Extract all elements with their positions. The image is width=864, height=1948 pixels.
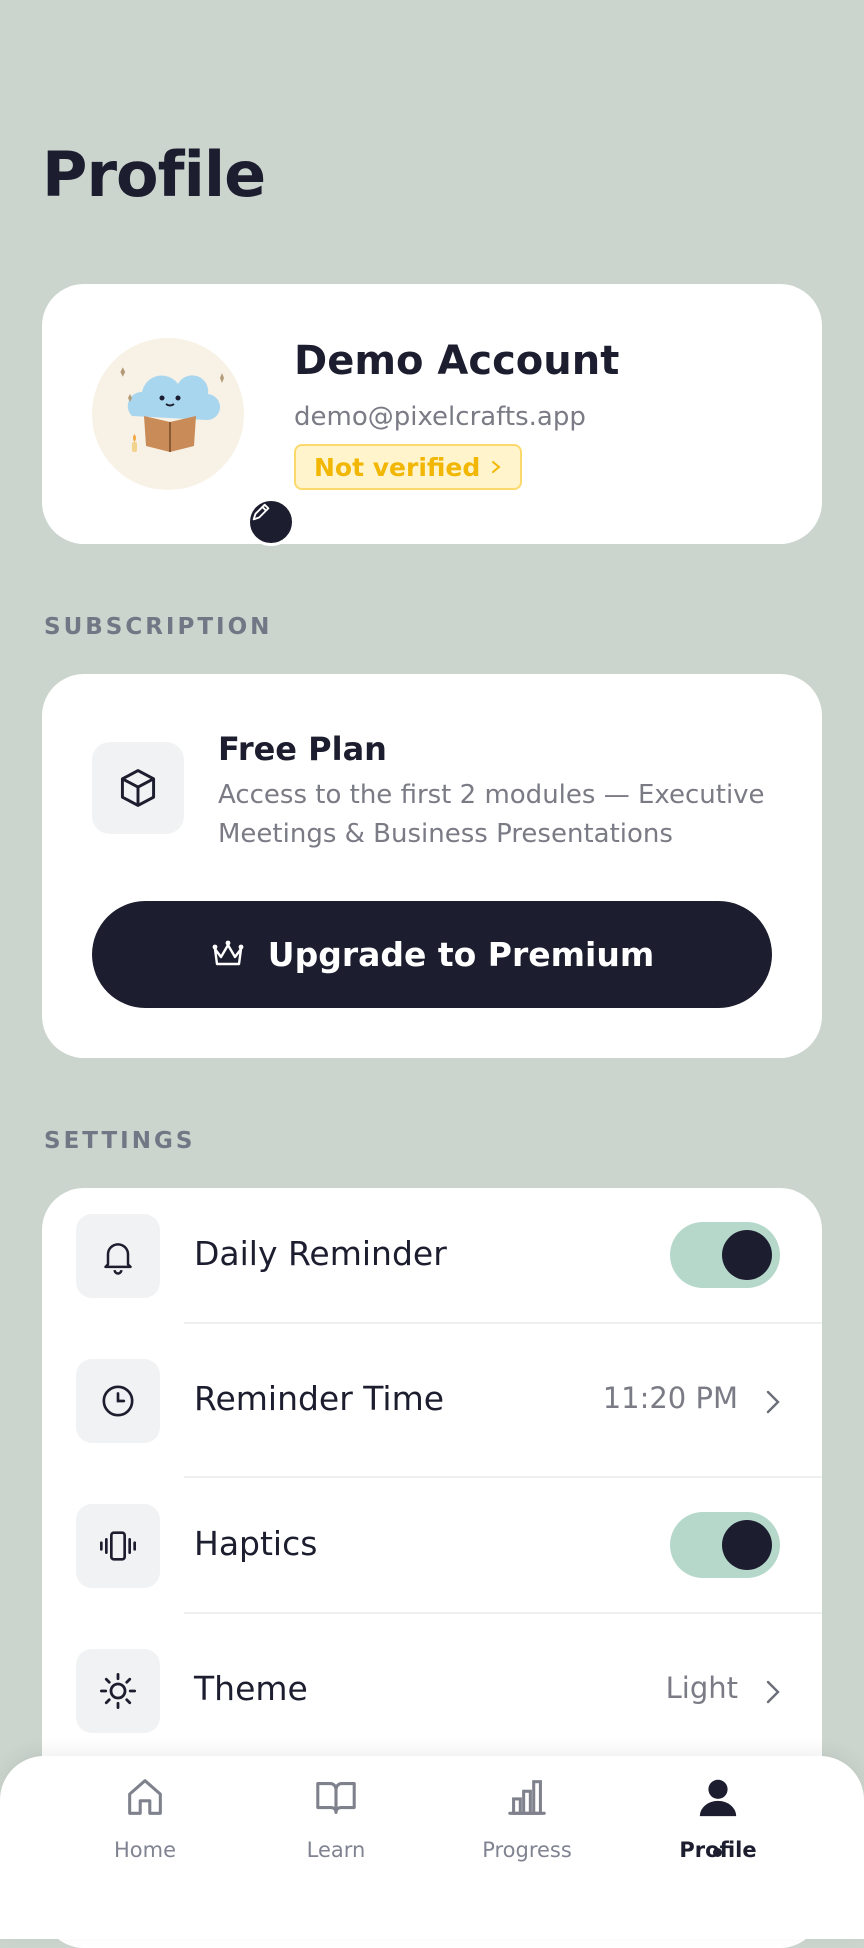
upgrade-button-label: Upgrade to Premium — [267, 935, 655, 974]
pencil-icon — [252, 503, 270, 521]
setting-label: Daily Reminder — [194, 1234, 447, 1273]
crown-icon — [212, 940, 244, 965]
tab-label: Progress — [482, 1838, 572, 1862]
toggle-knob — [722, 1520, 772, 1570]
vibrate-icon — [100, 1531, 136, 1561]
tab-progress[interactable]: Progress — [447, 1774, 607, 1894]
active-tab-indicator — [713, 1848, 722, 1857]
setting-label: Reminder Time — [194, 1379, 445, 1418]
setting-icon-tile — [76, 1359, 160, 1443]
home-icon — [128, 1779, 162, 1815]
verification-badge[interactable]: Not verified — [294, 444, 523, 490]
setting-daily-reminder[interactable]: Daily Reminder — [42, 1188, 822, 1328]
toggle-knob — [722, 1230, 772, 1280]
subscription-section-label: SUBSCRIPTION — [44, 614, 273, 640]
tab-label: Learn — [306, 1838, 366, 1862]
upgrade-button[interactable]: Upgrade to Premium — [92, 901, 772, 1008]
theme-value: Light — [665, 1671, 738, 1705]
daily-reminder-toggle[interactable] — [670, 1222, 780, 1288]
page-title: Profile — [42, 138, 266, 211]
setting-label: Theme — [194, 1669, 308, 1708]
setting-theme[interactable]: Theme Light — [42, 1623, 822, 1763]
verification-label: Not verified — [314, 452, 481, 482]
avatar[interactable] — [92, 338, 295, 546]
tab-home[interactable]: Home — [65, 1774, 225, 1894]
divider — [184, 1322, 822, 1324]
book-icon — [316, 1782, 356, 1814]
chevron-right-icon — [766, 1390, 780, 1414]
clock-icon — [102, 1385, 134, 1417]
divider — [184, 1612, 822, 1614]
bell-icon — [104, 1243, 132, 1275]
reminder-time-value: 11:20 PM — [602, 1381, 738, 1415]
setting-icon-tile — [76, 1504, 160, 1588]
setting-icon-tile — [76, 1214, 160, 1298]
plan-icon-tile — [92, 742, 184, 834]
setting-icon-tile — [76, 1649, 160, 1733]
profile-name: Demo Account — [294, 338, 620, 384]
bottom-tab-bar: Home Learn Progress Profile — [0, 1756, 864, 1939]
user-icon — [699, 1779, 737, 1817]
plan-title: Free Plan — [218, 730, 387, 768]
subscription-card: Free Plan Access to the first 2 modules … — [42, 674, 822, 1058]
setting-label: Haptics — [194, 1524, 318, 1563]
setting-reminder-time[interactable]: Reminder Time 11:20 PM — [42, 1333, 822, 1473]
profile-email: demo@pixelcrafts.app — [294, 402, 586, 432]
tab-profile[interactable]: Profile — [638, 1774, 798, 1894]
chevron-right-icon — [766, 1680, 780, 1704]
tab-learn[interactable]: Learn — [256, 1774, 416, 1894]
chevron-right-icon — [492, 461, 501, 473]
settings-section-label: SETTINGS — [44, 1128, 196, 1154]
sun-icon — [99, 1672, 137, 1710]
edit-avatar-button[interactable] — [247, 498, 295, 546]
plan-description: Access to the first 2 modules — Executiv… — [218, 780, 765, 849]
reading-cloud-avatar-icon — [120, 367, 224, 452]
cube-icon — [120, 769, 156, 807]
haptics-toggle[interactable] — [670, 1512, 780, 1578]
tab-label: Home — [113, 1838, 176, 1862]
profile-card[interactable]: Demo Account demo@pixelcrafts.app Not ve… — [42, 284, 822, 546]
bar-chart-icon — [508, 1780, 546, 1815]
setting-haptics[interactable]: Haptics — [42, 1478, 822, 1618]
